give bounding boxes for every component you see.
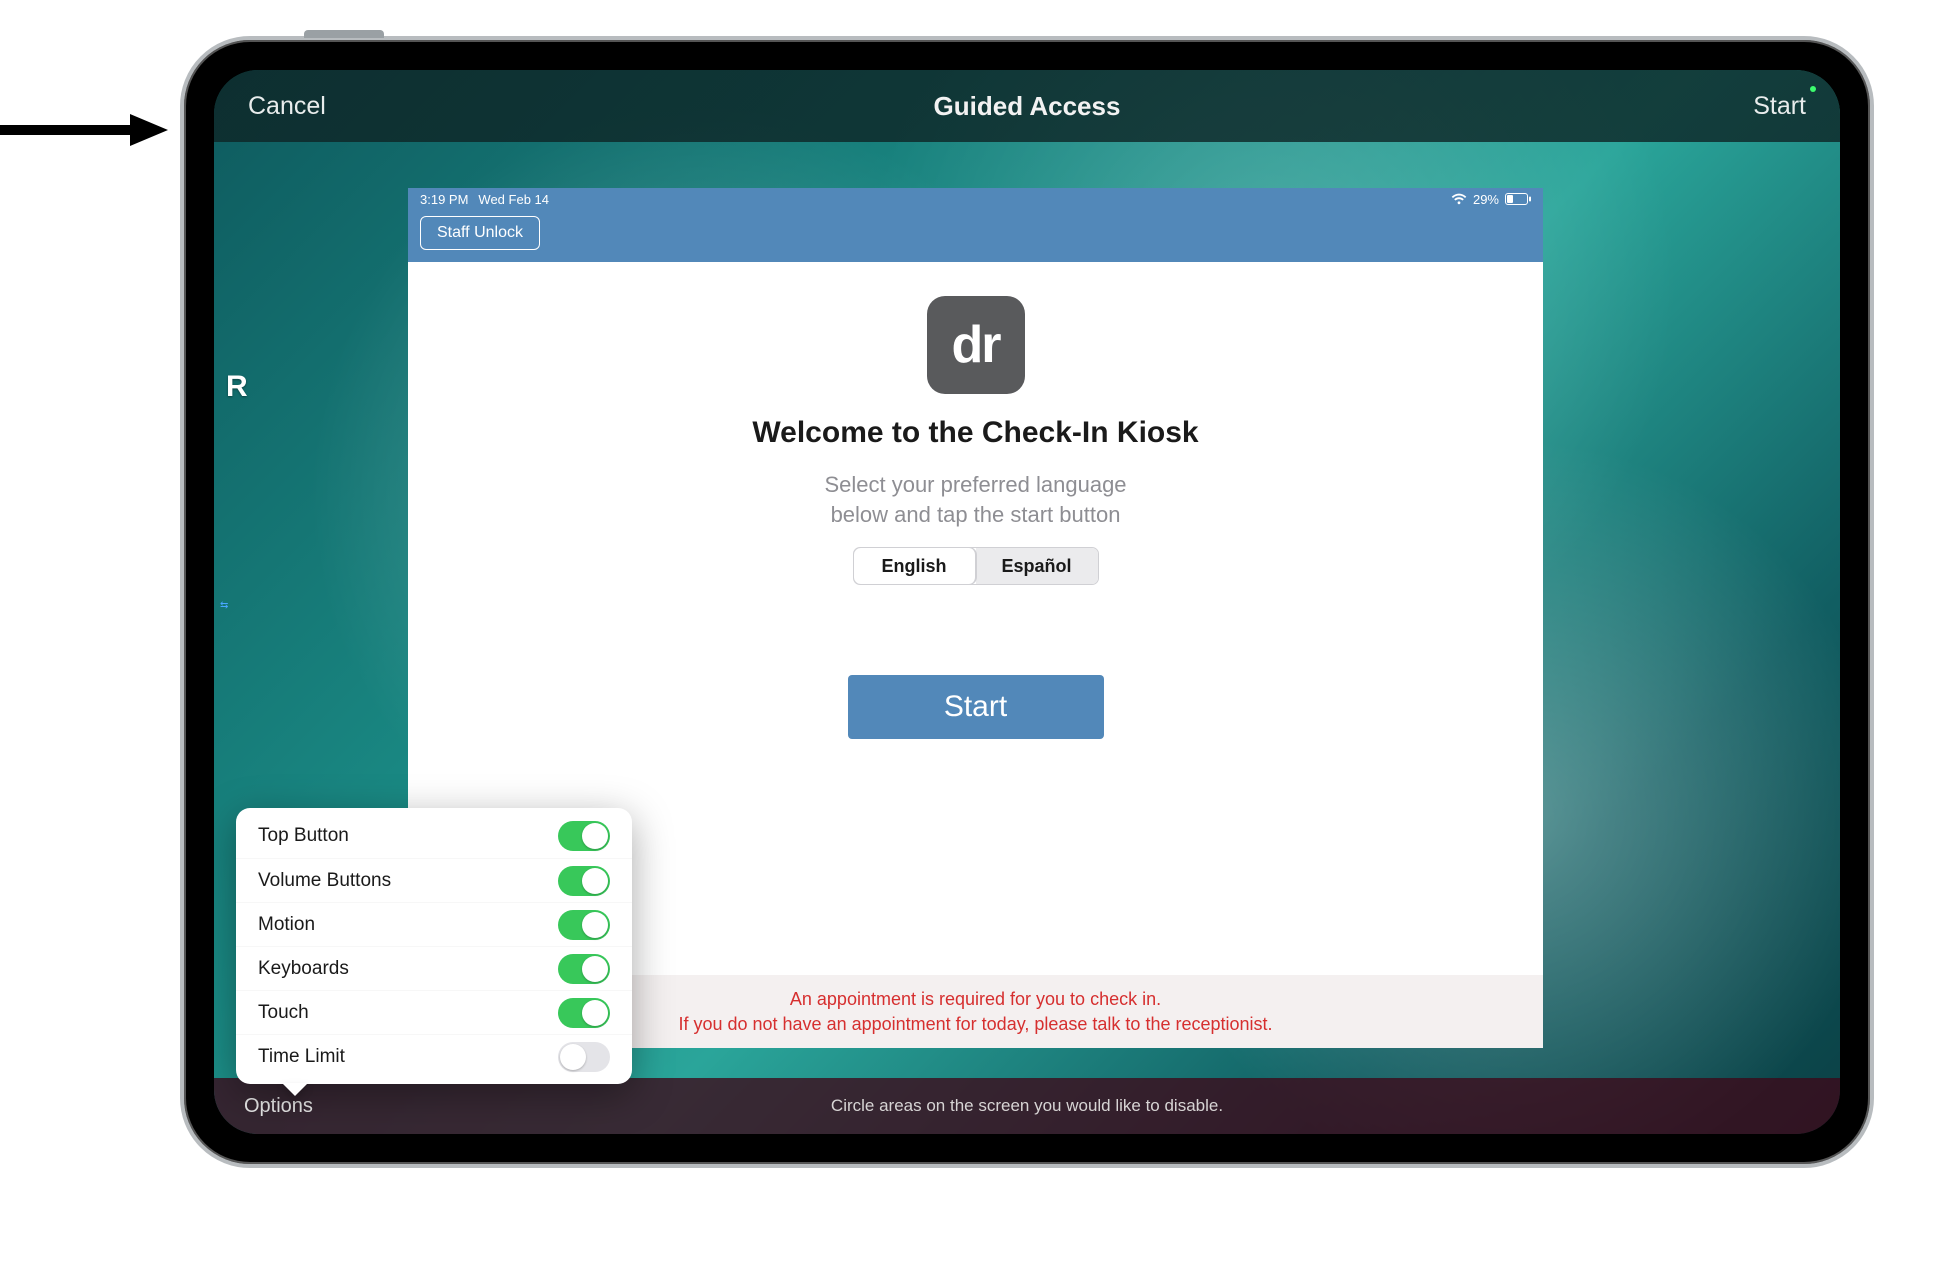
option-toggle[interactable] bbox=[558, 910, 610, 940]
guided-access-title: Guided Access bbox=[214, 91, 1840, 122]
status-date: Wed Feb 14 bbox=[478, 192, 549, 207]
battery-icon bbox=[1505, 193, 1531, 205]
cancel-button[interactable]: Cancel bbox=[248, 92, 326, 121]
language-spanish[interactable]: Español bbox=[976, 548, 1098, 584]
option-row: Top Button bbox=[236, 814, 632, 858]
wifi-icon bbox=[1451, 193, 1467, 205]
start-button[interactable]: Start bbox=[1753, 92, 1806, 121]
battery-percent: 29% bbox=[1473, 192, 1499, 207]
status-time: 3:19 PM bbox=[420, 192, 468, 207]
guided-access-bar: Cancel Guided Access Start bbox=[214, 70, 1840, 142]
option-row: Touch bbox=[236, 990, 632, 1034]
option-label: Keyboards bbox=[258, 958, 349, 980]
kiosk-body: dr Welcome to the Check-In Kiosk Select … bbox=[408, 262, 1543, 739]
option-label: Motion bbox=[258, 914, 315, 936]
option-label: Touch bbox=[258, 1002, 309, 1024]
kiosk-status-bar: 3:19 PM Wed Feb 14 29% bbox=[408, 188, 1543, 208]
option-toggle[interactable] bbox=[558, 866, 610, 896]
guided-access-hint: Circle areas on the screen you would lik… bbox=[214, 1096, 1840, 1116]
welcome-heading: Welcome to the Check-In Kiosk bbox=[752, 416, 1198, 450]
option-toggle[interactable] bbox=[558, 998, 610, 1028]
option-row: Keyboards bbox=[236, 946, 632, 990]
subtitle-line2: below and tap the start button bbox=[831, 502, 1121, 527]
option-row: Volume Buttons bbox=[236, 858, 632, 902]
option-label: Volume Buttons bbox=[258, 870, 391, 892]
option-row: Time Limit bbox=[236, 1034, 632, 1078]
option-label: Time Limit bbox=[258, 1046, 345, 1068]
option-row: Motion bbox=[236, 902, 632, 946]
welcome-subtitle: Select your preferred language below and… bbox=[824, 470, 1126, 529]
background-app-letter: R bbox=[226, 370, 248, 404]
app-logo: dr bbox=[927, 296, 1025, 394]
subtitle-line1: Select your preferred language bbox=[824, 472, 1126, 497]
background-tiny-glyph: ⇆ bbox=[220, 600, 228, 611]
language-segmented-control[interactable]: English Español bbox=[853, 547, 1099, 585]
option-toggle[interactable] bbox=[558, 821, 610, 851]
staff-unlock-button[interactable]: Staff Unlock bbox=[420, 216, 540, 250]
kiosk-start-button[interactable]: Start bbox=[848, 675, 1104, 739]
kiosk-header: 3:19 PM Wed Feb 14 29% bbox=[408, 188, 1543, 262]
options-popover: Top Button Volume Buttons Motion Keyboards T… bbox=[236, 808, 632, 1084]
option-label: Top Button bbox=[258, 825, 349, 847]
guided-access-footer: Options Circle areas on the screen you w… bbox=[214, 1078, 1840, 1134]
ipad-screen: Cancel Guided Access Start R ⇆ 3:19 PM W… bbox=[214, 70, 1840, 1134]
options-button[interactable]: Options bbox=[244, 1095, 313, 1118]
ipad-frame: Cancel Guided Access Start R ⇆ 3:19 PM W… bbox=[180, 36, 1874, 1168]
option-toggle[interactable] bbox=[558, 954, 610, 984]
option-toggle[interactable] bbox=[558, 1042, 610, 1072]
annotation-arrow bbox=[0, 110, 170, 150]
language-english[interactable]: English bbox=[854, 548, 976, 584]
